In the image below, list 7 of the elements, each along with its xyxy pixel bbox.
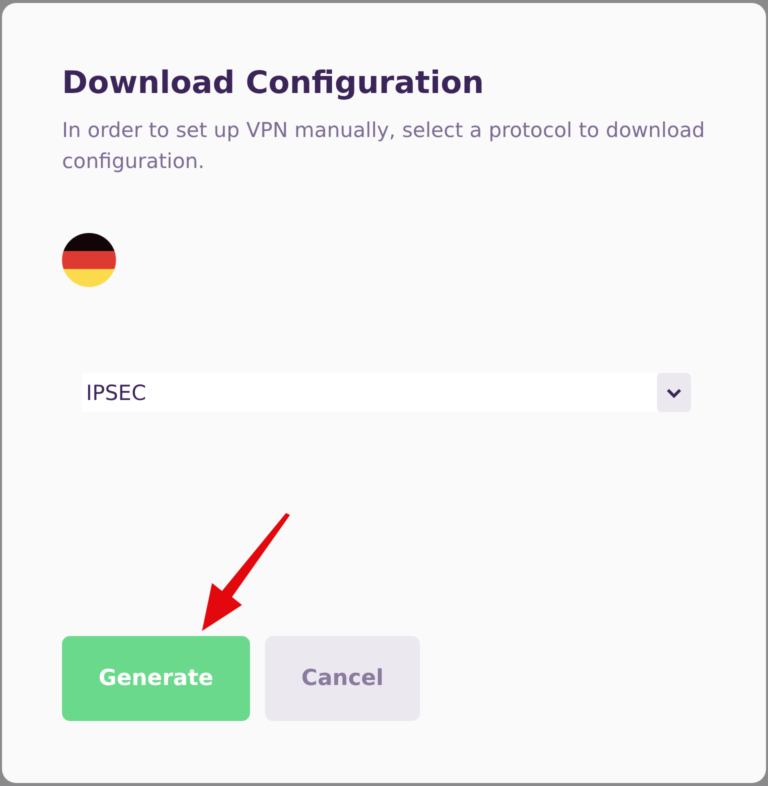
dialog-title: Download Configuration [62,65,485,101]
dialog-description: In order to set up VPN manually, select a protocol to download configuration. [62,117,706,175]
generate-button[interactable]: Generate [62,636,250,721]
chevron-down-icon [666,388,682,398]
cancel-button[interactable]: Cancel [265,636,420,721]
protocol-select[interactable]: IPSEC [82,373,691,412]
flag-icon [62,233,116,287]
